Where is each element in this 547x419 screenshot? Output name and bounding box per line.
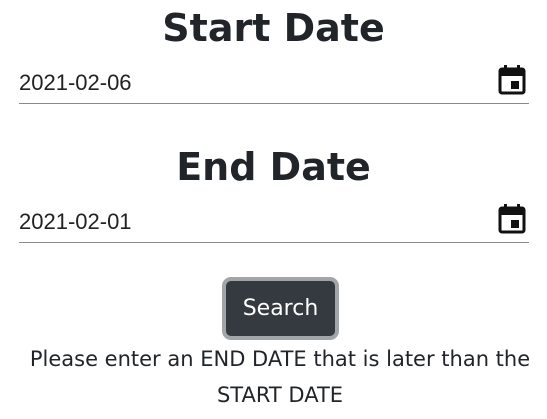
end-date-input[interactable] bbox=[19, 203, 489, 241]
start-date-field[interactable] bbox=[19, 64, 529, 104]
validation-message-line1: Please enter an END DATE that is later t… bbox=[29, 347, 531, 371]
validation-message: Please enter an END DATE that is later t… bbox=[10, 341, 547, 413]
search-button[interactable]: Search bbox=[222, 277, 339, 340]
calendar-icon[interactable] bbox=[498, 65, 526, 95]
start-date-heading: Start Date bbox=[162, 6, 385, 50]
start-date-input[interactable] bbox=[19, 64, 489, 102]
validation-message-line2: START DATE bbox=[216, 383, 344, 407]
calendar-icon[interactable] bbox=[498, 204, 526, 234]
end-date-heading: End Date bbox=[176, 145, 371, 189]
end-date-field[interactable] bbox=[19, 203, 529, 243]
